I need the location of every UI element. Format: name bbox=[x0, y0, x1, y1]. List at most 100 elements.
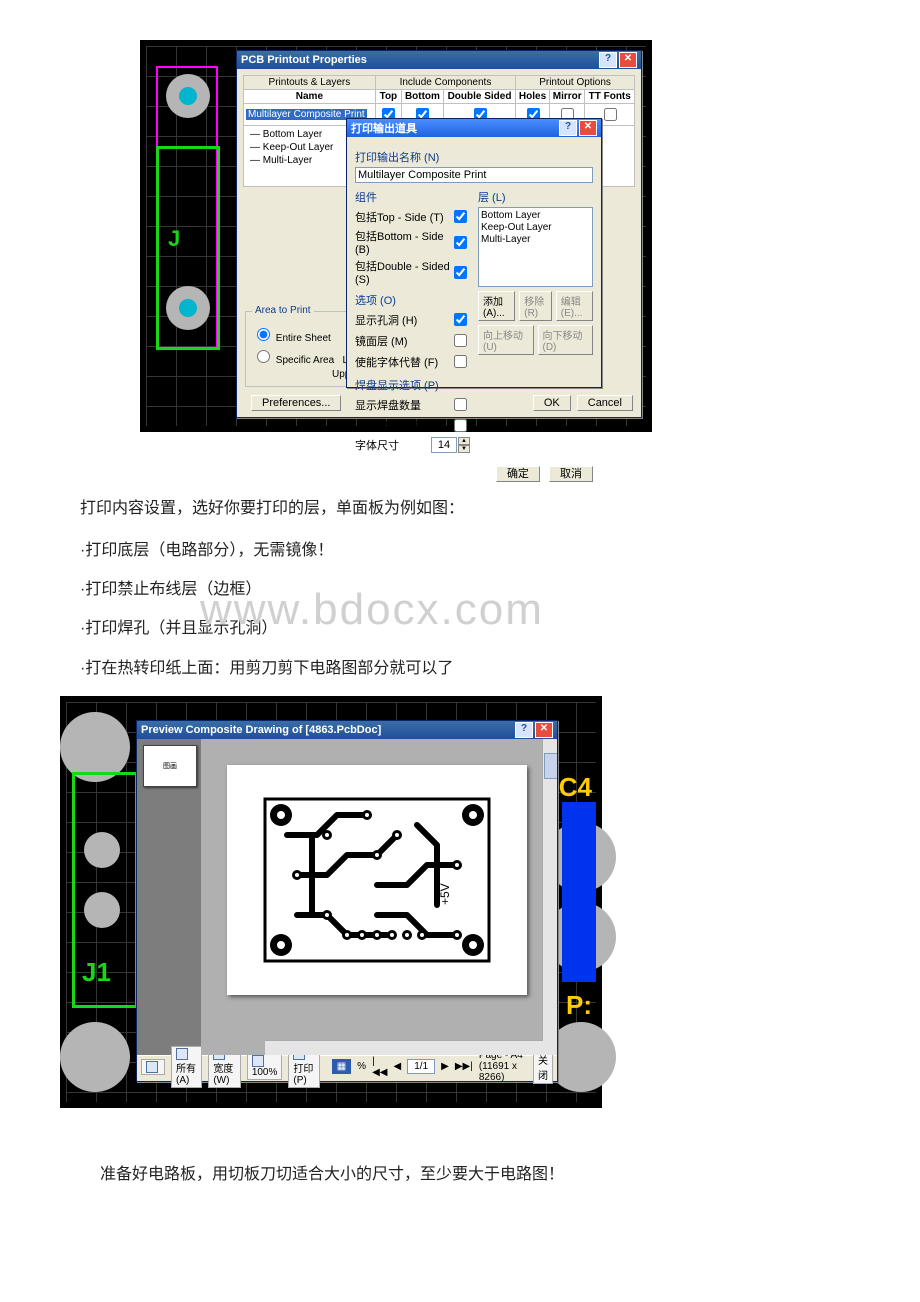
col-group-options: Printout Options bbox=[516, 76, 635, 90]
col-bottom: Bottom bbox=[401, 90, 443, 104]
name-section-label: 打印输出名称 (N) bbox=[355, 149, 593, 165]
zoom-button[interactable]: 100% bbox=[247, 1053, 283, 1080]
nav-last-button[interactable]: ▶▶| bbox=[455, 1061, 473, 1072]
percent-label: % bbox=[357, 1061, 366, 1072]
options-section-label: 选项 (O) bbox=[355, 292, 470, 308]
pcb-pad bbox=[166, 286, 210, 330]
dialog-print-output-props: 打印输出道具 ? ✕ 打印输出名称 (N) 组件 包括Top - Side (T… bbox=[346, 118, 602, 388]
preview-canvas[interactable]: +5V bbox=[201, 739, 557, 1055]
percent-button[interactable]: ▦ bbox=[332, 1059, 351, 1074]
close-button[interactable]: 关闭 bbox=[533, 1050, 553, 1084]
layer-item[interactable]: Multi-Layer bbox=[481, 234, 590, 246]
chk-pad-count[interactable] bbox=[454, 398, 467, 411]
edit-layer-button[interactable]: 编辑 (E)... bbox=[556, 291, 593, 321]
font-size-spinner[interactable]: ▲▼ bbox=[431, 437, 470, 453]
chk-holes-label: 显示孔洞 (H) bbox=[355, 312, 417, 328]
designator-c4: C4 bbox=[559, 772, 592, 803]
chk-pad-nets[interactable] bbox=[454, 419, 467, 432]
font-size-input[interactable] bbox=[431, 437, 457, 453]
components-section-label: 组件 bbox=[355, 189, 470, 205]
close-button[interactable]: ✕ bbox=[619, 52, 637, 68]
close-button[interactable]: ✕ bbox=[535, 722, 553, 738]
page-thumbnail[interactable]: 图画 bbox=[143, 745, 197, 787]
chk-font-subst[interactable] bbox=[454, 355, 467, 368]
pcb-preview-svg: +5V bbox=[227, 765, 527, 995]
col-group-include: Include Components bbox=[375, 76, 515, 90]
page-info-label: Page - A4 (11691 x 8266) bbox=[479, 1050, 527, 1083]
bullet-item: ·打印底层（电路部分），无需镜像！ bbox=[80, 533, 880, 568]
pad-section-label: 焊盘显示选项 (P) bbox=[355, 377, 470, 393]
col-group-printouts: Printouts & Layers bbox=[244, 76, 376, 90]
help-button[interactable]: ? bbox=[559, 120, 577, 136]
page-icon bbox=[146, 1061, 158, 1073]
bullet-item: ·打印焊孔（并且显示孔洞） bbox=[80, 611, 880, 646]
titlebar[interactable]: Preview Composite Drawing of [4863.PcbDo… bbox=[137, 721, 557, 739]
designator-p: P: bbox=[566, 990, 592, 1021]
col-name: Name bbox=[244, 90, 376, 104]
chk-show-holes[interactable] bbox=[454, 313, 467, 326]
page-icon bbox=[252, 1055, 264, 1067]
col-top: Top bbox=[375, 90, 401, 104]
nav-prev-button[interactable]: ◀ bbox=[393, 1061, 401, 1072]
chk-fontsubst-label: 使能字体代替 (F) bbox=[355, 354, 438, 370]
layer-item[interactable]: Bottom Layer bbox=[481, 210, 590, 222]
dialog-preview: Preview Composite Drawing of [4863.PcbDo… bbox=[136, 720, 558, 1082]
chk-inc-top-label: 包括Top - Side (T) bbox=[355, 209, 444, 225]
cancel-button[interactable]: 取消 bbox=[549, 466, 593, 482]
font-size-label: 字体尺寸 bbox=[355, 437, 399, 453]
vertical-scrollbar[interactable] bbox=[542, 739, 557, 1055]
spinner-down-icon[interactable]: ▼ bbox=[458, 445, 470, 453]
designator-j1: J1 bbox=[82, 957, 111, 988]
close-button[interactable]: ✕ bbox=[579, 120, 597, 136]
move-down-button[interactable]: 向下移动 (D) bbox=[538, 325, 594, 355]
layer-listbox[interactable]: Bottom Layer Keep-Out Layer Multi-Layer bbox=[478, 207, 593, 287]
col-holes: Holes bbox=[516, 90, 550, 104]
paragraph: 打印内容设置，选好你要打印的层，单面板为例如图： bbox=[80, 493, 880, 525]
chk-inc-bottom[interactable] bbox=[454, 236, 467, 249]
statusbar: 所有 (A) 宽度 (W) 100% 打印 (P) ▦ % |◀◀ ◀ ▶ ▶▶… bbox=[137, 1055, 557, 1078]
col-ttfonts: TT Fonts bbox=[585, 90, 635, 104]
chk-inc-double[interactable] bbox=[454, 266, 467, 279]
preferences-button[interactable]: Preferences... bbox=[251, 395, 341, 411]
pcb-pad bbox=[60, 1022, 130, 1092]
chk-mirror-label: 镜面层 (M) bbox=[355, 333, 408, 349]
pcb-pad bbox=[166, 74, 210, 118]
printout-name-input[interactable] bbox=[355, 167, 593, 183]
nav-first-button[interactable]: |◀◀ bbox=[372, 1056, 387, 1078]
all-button[interactable]: 所有 (A) bbox=[171, 1046, 202, 1088]
layer-item[interactable]: Keep-Out Layer bbox=[481, 222, 590, 234]
chk-ttfonts[interactable] bbox=[604, 108, 617, 121]
add-layer-button[interactable]: 添加 (A)... bbox=[478, 291, 515, 321]
help-button[interactable]: ? bbox=[515, 722, 533, 738]
dialog-title: PCB Printout Properties bbox=[241, 54, 367, 66]
nav-next-button[interactable]: ▶ bbox=[441, 1061, 449, 1072]
move-up-button[interactable]: 向上移动 (U) bbox=[478, 325, 534, 355]
titlebar[interactable]: PCB Printout Properties ? ✕ bbox=[237, 51, 641, 69]
chk-padcount-label: 显示焊盘数量 bbox=[355, 397, 421, 413]
horizontal-scrollbar[interactable] bbox=[265, 1040, 543, 1055]
spinner-up-icon[interactable]: ▲ bbox=[458, 437, 470, 445]
layers-section-label: 层 (L) bbox=[478, 189, 593, 205]
ok-button[interactable]: 确定 bbox=[496, 466, 540, 482]
titlebar[interactable]: 打印输出道具 ? ✕ bbox=[347, 119, 601, 137]
chk-mirror-layer[interactable] bbox=[454, 334, 467, 347]
page-icon bbox=[176, 1048, 188, 1060]
designator-j: J bbox=[168, 226, 180, 252]
dialog-title: Preview Composite Drawing of [4863.PcbDo… bbox=[141, 724, 381, 736]
page-input[interactable] bbox=[407, 1059, 435, 1074]
bullet-item: ·打在热转印纸上面：用剪刀剪下电路图部分就可以了 bbox=[80, 651, 880, 686]
chk-inc-bottom-label: 包括Bottom - Side (B) bbox=[355, 228, 450, 256]
bullet-item: ·打印禁止布线层（边框） bbox=[80, 581, 261, 598]
thumbnail-panel: 图画 bbox=[137, 739, 201, 1055]
preview-page: +5V bbox=[227, 765, 527, 995]
chk-inc-top[interactable] bbox=[454, 210, 467, 223]
five-v-label: +5V bbox=[438, 883, 452, 905]
remove-layer-button[interactable]: 移除 (R) bbox=[519, 291, 551, 321]
help-button[interactable]: ? bbox=[599, 52, 617, 68]
paragraph: 准备好电路板，用切板刀切适合大小的尺寸，至少要大于电路图！ bbox=[100, 1159, 880, 1191]
mode-icon-button[interactable] bbox=[141, 1059, 165, 1075]
area-legend: Area to Print bbox=[252, 305, 314, 316]
col-mirror: Mirror bbox=[549, 90, 585, 104]
pcb-track bbox=[562, 802, 596, 982]
col-double-sided: Double Sided bbox=[443, 90, 515, 104]
